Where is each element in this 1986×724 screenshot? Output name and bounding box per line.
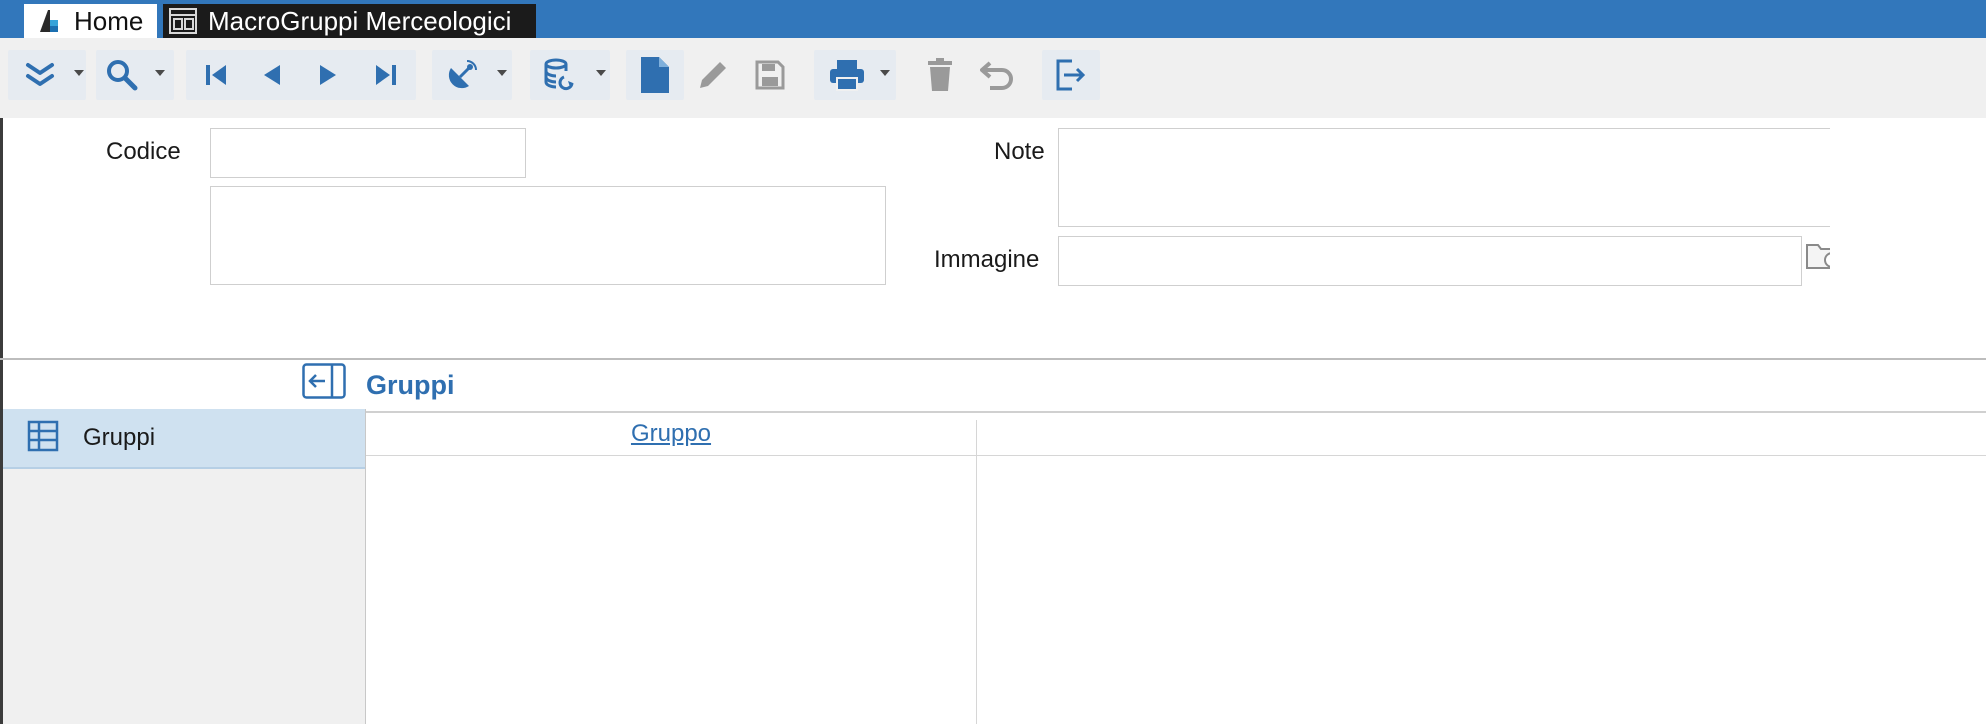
- new-document-button[interactable]: [635, 52, 675, 98]
- note-field[interactable]: [1058, 128, 1830, 227]
- satellite-icon: [445, 58, 479, 92]
- column-divider: [976, 420, 977, 724]
- edit-icon: [696, 58, 730, 92]
- immagine-label: Immagine: [934, 246, 1040, 273]
- table-icon: [27, 420, 59, 457]
- browse-folder-button[interactable]: [1804, 238, 1830, 274]
- nav-item-label: Gruppi: [83, 424, 156, 451]
- satellite-button[interactable]: [442, 52, 482, 98]
- next-record-button[interactable]: [308, 52, 348, 98]
- note-label: Note: [994, 138, 1045, 165]
- window-form-icon: [168, 6, 198, 36]
- last-record-icon: [372, 61, 400, 89]
- undo-button[interactable]: [978, 52, 1018, 98]
- search-button[interactable]: [102, 52, 142, 98]
- search-icon: [105, 58, 139, 92]
- database-refresh-icon: [542, 57, 578, 93]
- collapse-panel-button[interactable]: [302, 363, 346, 399]
- expand-icon: [24, 59, 56, 91]
- last-record-button[interactable]: [366, 52, 406, 98]
- tab-bar: Home MacroGruppi Merceologici: [0, 0, 1986, 38]
- tab-home[interactable]: Home: [24, 4, 157, 38]
- collapse-panel-icon: [302, 363, 346, 403]
- new-document-icon: [639, 55, 671, 95]
- previous-record-icon: [258, 61, 286, 89]
- satellite-dropdown-icon[interactable]: [497, 70, 507, 76]
- home-logo-icon: [34, 6, 64, 36]
- print-dropdown-icon[interactable]: [880, 70, 890, 76]
- exit-button[interactable]: [1050, 52, 1092, 98]
- delete-icon: [925, 57, 955, 93]
- print-icon: [828, 58, 866, 92]
- search-dropdown-icon[interactable]: [155, 70, 165, 76]
- codice-label: Codice: [106, 138, 181, 165]
- print-button[interactable]: [824, 52, 870, 98]
- tab-macrogruppi[interactable]: MacroGruppi Merceologici: [163, 4, 536, 38]
- folder-icon: [1804, 244, 1830, 274]
- database-refresh-button[interactable]: [540, 52, 580, 98]
- save-icon: [754, 59, 786, 91]
- edit-button[interactable]: [693, 52, 733, 98]
- descrizione-field[interactable]: [210, 186, 886, 285]
- first-record-icon: [202, 61, 230, 89]
- exit-icon: [1054, 58, 1088, 92]
- tab-macrogruppi-label: MacroGruppi Merceologici: [208, 5, 512, 36]
- previous-record-button[interactable]: [252, 52, 292, 98]
- expand-button[interactable]: [20, 52, 60, 98]
- database-dropdown-icon[interactable]: [596, 70, 606, 76]
- nav-item-gruppi[interactable]: Gruppi: [3, 409, 365, 469]
- toolbar: [0, 38, 1986, 119]
- immagine-field[interactable]: [1058, 236, 1802, 286]
- next-record-icon: [314, 61, 342, 89]
- save-button[interactable]: [750, 52, 790, 98]
- tab-home-label: Home: [74, 5, 144, 36]
- expand-dropdown-icon[interactable]: [74, 70, 84, 76]
- column-header-gruppo[interactable]: Gruppo: [366, 413, 976, 455]
- delete-button[interactable]: [920, 52, 960, 98]
- codice-field[interactable]: [210, 128, 526, 178]
- first-record-button[interactable]: [196, 52, 236, 98]
- section-title: Gruppi: [366, 370, 455, 400]
- undo-icon: [980, 59, 1016, 91]
